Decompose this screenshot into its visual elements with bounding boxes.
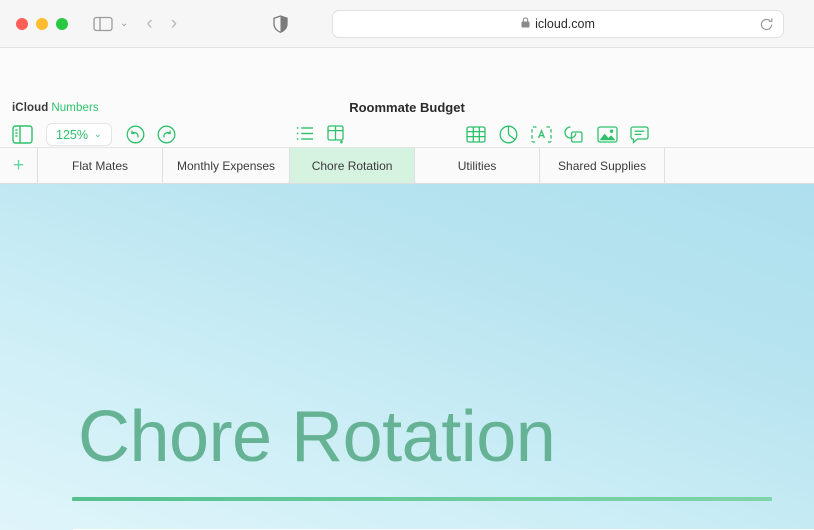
url-text: icloud.com — [535, 17, 595, 31]
privacy-shield-icon[interactable] — [273, 14, 288, 33]
sheet-tab-utilities[interactable]: Utilities — [415, 148, 541, 183]
reload-icon[interactable] — [759, 17, 774, 37]
sidebar-toggle-icon[interactable] — [92, 15, 114, 33]
zoom-level-label: 125% — [56, 127, 88, 142]
browser-window: ⌄ ‹ › icloud.com iCloud Numbers Roommate… — [0, 0, 814, 530]
sheet-tab-flat-mates[interactable]: Flat Mates — [38, 148, 163, 183]
forward-button[interactable]: › — [171, 13, 177, 35]
heading-divider — [72, 497, 772, 501]
shape-icon[interactable] — [564, 125, 584, 144]
numbers-app-header: iCloud Numbers Roommate Budget 125% ⌄ — [0, 48, 814, 148]
text-box-icon[interactable] — [531, 126, 552, 143]
tab-overview-chevron-down-icon[interactable]: ⌄ — [120, 18, 128, 29]
table-icon[interactable] — [466, 126, 486, 143]
window-traffic-lights — [16, 17, 68, 30]
minimize-window-button[interactable] — [36, 17, 48, 30]
spreadsheet-canvas[interactable]: Chore Rotation JUNE Bathroom 1 Bathroom … — [0, 184, 814, 530]
numbers-toolbar: 125% ⌄ — [0, 123, 814, 149]
chart-icon[interactable] — [499, 125, 518, 144]
browser-toolbar: ⌄ ‹ › icloud.com — [0, 0, 814, 48]
chevron-down-icon: ⌄ — [93, 129, 102, 139]
add-sheet-button[interactable]: + — [0, 148, 38, 183]
close-window-button[interactable] — [16, 17, 28, 30]
sheet-tab-monthly-expenses[interactable]: Monthly Expenses — [163, 148, 291, 183]
back-button[interactable]: ‹ — [146, 13, 152, 35]
lock-icon — [521, 17, 530, 31]
document-title: Roommate Budget — [349, 100, 465, 115]
sheet-heading[interactable]: Chore Rotation — [78, 396, 556, 478]
sheet-tab-empty-area — [665, 148, 814, 183]
comment-icon[interactable] — [630, 126, 649, 144]
add-table-icon[interactable] — [327, 125, 347, 144]
sheet-tab-shared-supplies[interactable]: Shared Supplies — [540, 148, 666, 183]
maximize-window-button[interactable] — [56, 17, 68, 30]
document-sidebar-toggle-icon[interactable] — [12, 125, 33, 144]
redo-icon[interactable] — [157, 125, 176, 144]
url-text-container: icloud.com — [521, 17, 595, 31]
address-bar[interactable]: icloud.com — [332, 10, 784, 38]
image-icon[interactable] — [597, 126, 618, 143]
sheet-tab-chore-rotation[interactable]: Chore Rotation — [290, 148, 416, 183]
format-list-icon[interactable] — [296, 126, 314, 141]
undo-icon[interactable] — [126, 125, 145, 144]
zoom-dropdown[interactable]: 125% ⌄ — [46, 123, 112, 146]
sheet-tab-strip: + Flat Mates Monthly Expenses Chore Rota… — [0, 148, 814, 184]
